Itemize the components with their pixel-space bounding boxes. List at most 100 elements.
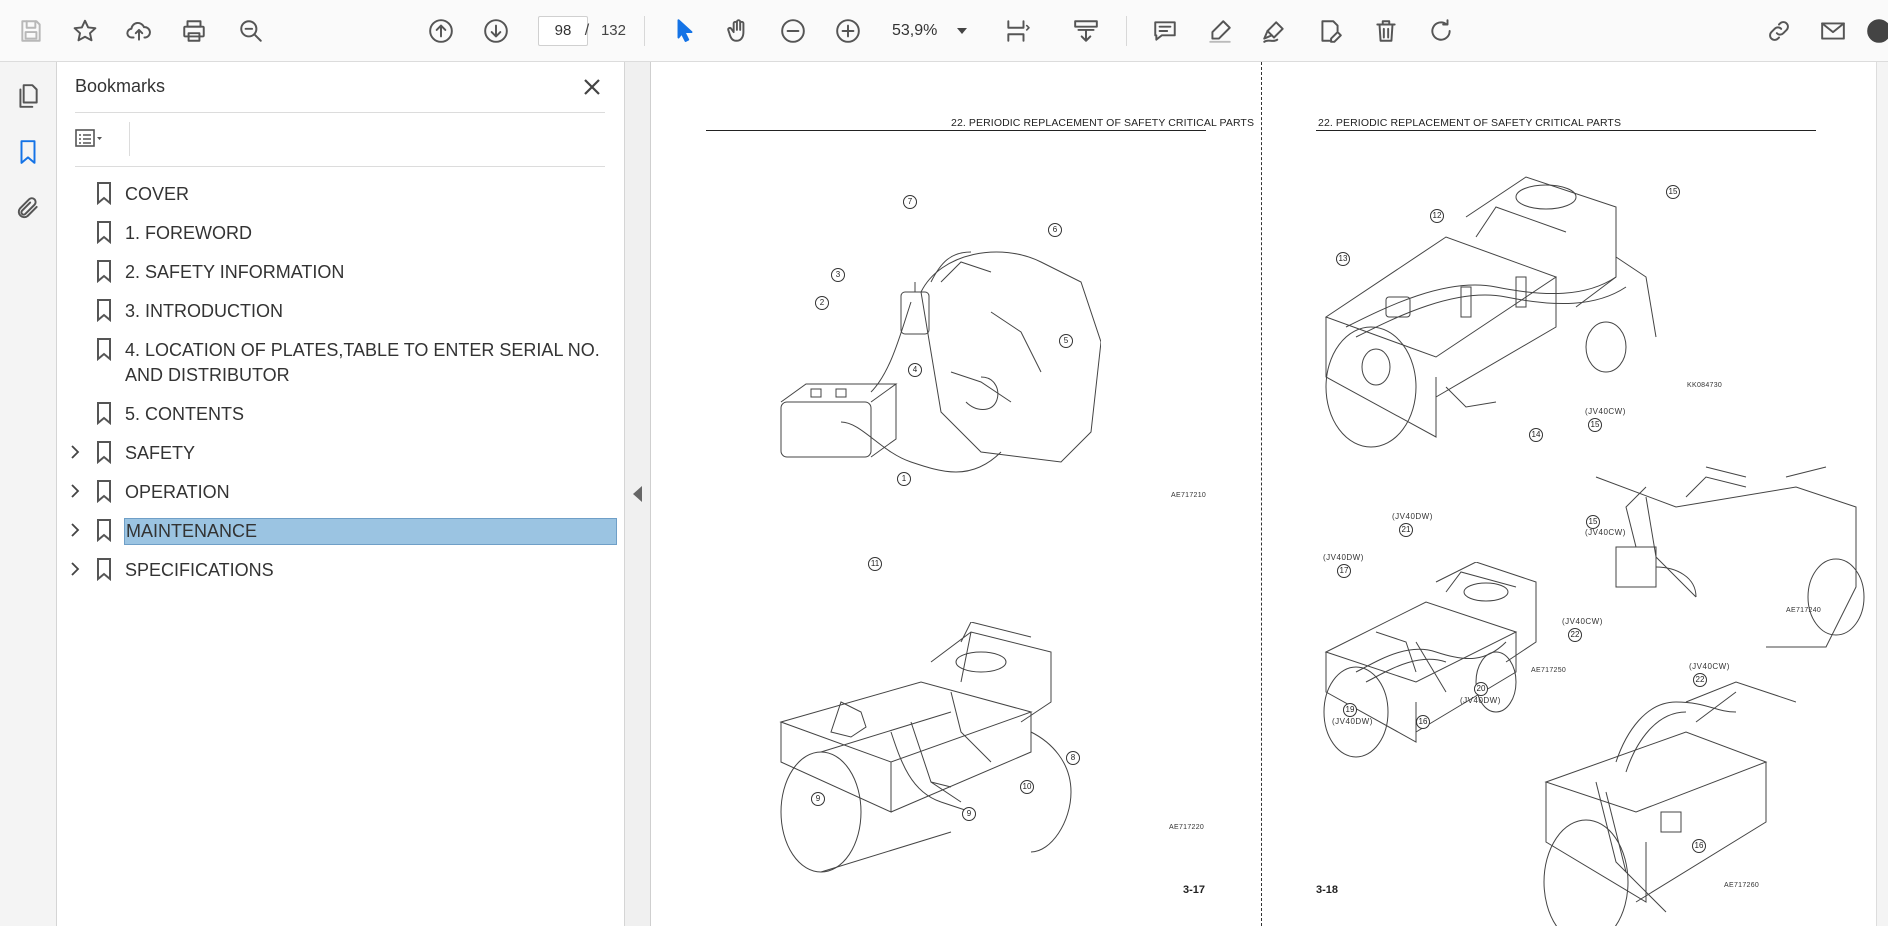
callout-marker: 11: [868, 557, 882, 571]
hand-tool-icon[interactable]: [721, 14, 755, 48]
callout-marker: 9: [962, 807, 976, 821]
callout-marker: 21: [1399, 523, 1413, 537]
bookmark-icon: [95, 337, 115, 362]
page-thumbnails-icon[interactable]: [10, 78, 46, 114]
callout-marker: 6: [1048, 223, 1062, 237]
callout-marker: 8: [1066, 751, 1080, 765]
bookmark-label: OPERATION: [125, 482, 230, 502]
page-total: 132: [600, 22, 626, 39]
attachments-icon[interactable]: [10, 190, 46, 226]
previous-page-icon[interactable]: [424, 14, 458, 48]
chevron-right-icon[interactable]: [67, 561, 83, 577]
divider: [75, 112, 605, 113]
bookmark-icon: [95, 479, 115, 504]
save-icon[interactable]: [14, 14, 48, 48]
highlight-pen-icon[interactable]: [1203, 14, 1237, 48]
callout-marker: 17: [1337, 564, 1351, 578]
model-label: (JV40CW): [1585, 528, 1626, 537]
email-icon[interactable]: [1816, 14, 1850, 48]
bookmark-label: SAFETY: [125, 443, 196, 463]
page-display-icon[interactable]: [1000, 14, 1034, 48]
close-icon[interactable]: [577, 72, 607, 102]
divider: [75, 166, 605, 167]
callout-marker: 9: [811, 792, 825, 806]
navigation-rail: [0, 62, 57, 926]
bookmark-icon: [95, 401, 115, 426]
callout-marker: 20: [1474, 682, 1488, 696]
bookmark-options-button[interactable]: [75, 124, 125, 154]
callout-marker: 13: [1336, 252, 1350, 266]
star-icon[interactable]: [68, 14, 102, 48]
model-label: (JV40CW): [1562, 617, 1603, 626]
callout-marker: 1: [897, 472, 911, 486]
zoom-in-icon[interactable]: [831, 14, 865, 48]
document-view[interactable]: 22. PERIODIC REPLACEMENT OF SAFETY CRITI…: [651, 62, 1888, 926]
callout-marker: 14: [1529, 428, 1543, 442]
share-link-icon[interactable]: [1762, 14, 1796, 48]
callout-marker: 15: [1666, 185, 1680, 199]
bookmark-label: SPECIFICATIONS: [125, 560, 274, 580]
callout-marker: 22: [1568, 628, 1582, 642]
callout-marker: 16: [1692, 839, 1706, 853]
bookmark-icon: [95, 220, 115, 245]
bookmark-icon: [95, 181, 115, 206]
rotate-icon[interactable]: [1424, 14, 1458, 48]
print-icon[interactable]: [177, 14, 211, 48]
model-label: (JV40DW): [1460, 696, 1501, 705]
callout-marker: 5: [1059, 334, 1073, 348]
panel-collapse-handle[interactable]: [625, 62, 651, 926]
bookmark-label: 1. FOREWORD: [125, 223, 253, 243]
upload-cloud-icon[interactable]: [122, 14, 156, 48]
panel-title: Bookmarks: [75, 76, 166, 96]
find-zoom-icon[interactable]: [234, 14, 268, 48]
bookmarks-panel: Bookmarks COVER 1. FOREWORD 2. SAFETY IN…: [57, 62, 625, 926]
bookmark-label: MAINTENANCE: [124, 518, 617, 545]
zoom-out-icon[interactable]: [776, 14, 810, 48]
callout-marker: 2: [815, 296, 829, 310]
callout-marker: 4: [908, 363, 922, 377]
callout-marker: 12: [1430, 209, 1444, 223]
toolbar-divider: [644, 16, 645, 46]
chevron-left-icon: [633, 486, 642, 502]
callout-marker: 15: [1586, 515, 1600, 529]
bookmark-panel-icon[interactable]: [10, 134, 46, 170]
bookmark-label: 4. LOCATION OF PLATES,TABLE TO ENTER SER…: [125, 340, 600, 385]
bookmark-icon: [95, 259, 115, 284]
model-label: (JV40CW): [1585, 407, 1626, 416]
vertical-scrollbar[interactable]: [1876, 62, 1888, 926]
figure-code: AE717210: [1171, 492, 1207, 499]
chevron-down-icon[interactable]: [952, 16, 972, 46]
scroll-mode-icon[interactable]: [1069, 14, 1103, 48]
model-label: (JV40DW): [1392, 512, 1433, 521]
select-cursor-icon[interactable]: [668, 14, 702, 48]
figure-code: AE717220: [1169, 824, 1205, 831]
main-toolbar: 98 / 132 53,9%: [0, 0, 1888, 62]
figure-code: AE717240: [1786, 607, 1822, 614]
callout-marker: 16: [1416, 715, 1430, 729]
edit-pdf-icon[interactable]: [1313, 14, 1347, 48]
page-header-right: 22. PERIODIC REPLACEMENT OF SAFETY CRITI…: [1318, 117, 1622, 129]
callout-marker: 19: [1343, 703, 1357, 717]
page-divider: [1261, 62, 1262, 926]
bookmark-label: 5. CONTENTS: [125, 404, 245, 424]
chevron-right-icon[interactable]: [67, 444, 83, 460]
chevron-right-icon[interactable]: [67, 483, 83, 499]
bookmark-icon: [95, 298, 115, 323]
header-rule: [706, 130, 1206, 131]
callout-marker: 10: [1020, 780, 1034, 794]
divider: [129, 122, 130, 156]
figure-code: KK084730: [1687, 382, 1723, 389]
trash-icon[interactable]: [1369, 14, 1403, 48]
comment-icon[interactable]: [1148, 14, 1182, 48]
figure-code: AE717260: [1724, 882, 1760, 889]
bookmark-label: 3. INTRODUCTION: [125, 301, 284, 321]
toolbar-divider: [1126, 16, 1127, 46]
callout-marker: 7: [903, 195, 917, 209]
callout-marker: 3: [831, 268, 845, 282]
more-tools-icon[interactable]: [1862, 14, 1888, 48]
bookmark-icon: [95, 440, 115, 465]
next-page-icon[interactable]: [479, 14, 513, 48]
model-label: (JV40DW): [1332, 717, 1373, 726]
draw-sign-icon[interactable]: [1257, 14, 1291, 48]
chevron-right-icon[interactable]: [67, 522, 83, 538]
